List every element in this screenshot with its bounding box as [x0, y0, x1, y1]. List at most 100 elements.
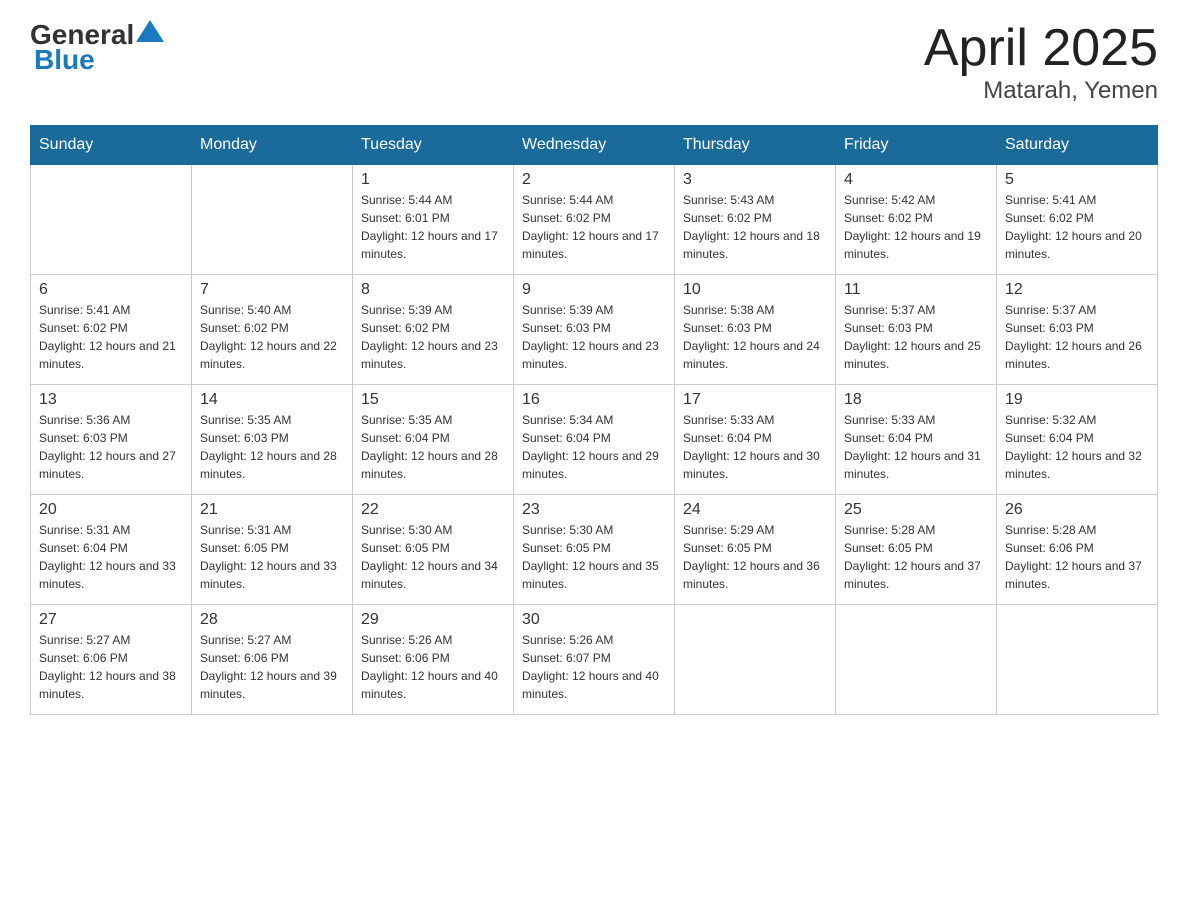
day-number: 19 [1005, 391, 1149, 409]
day-number: 7 [200, 281, 344, 299]
day-info: Sunrise: 5:35 AMSunset: 6:04 PMDaylight:… [361, 411, 505, 483]
calendar-cell [836, 605, 997, 715]
calendar-cell: 22Sunrise: 5:30 AMSunset: 6:05 PMDayligh… [353, 495, 514, 605]
day-number: 20 [39, 501, 183, 519]
day-info: Sunrise: 5:41 AMSunset: 6:02 PMDaylight:… [1005, 191, 1149, 263]
header-saturday: Saturday [997, 126, 1158, 165]
day-info: Sunrise: 5:33 AMSunset: 6:04 PMDaylight:… [844, 411, 988, 483]
day-info: Sunrise: 5:30 AMSunset: 6:05 PMDaylight:… [522, 521, 666, 593]
day-info: Sunrise: 5:36 AMSunset: 6:03 PMDaylight:… [39, 411, 183, 483]
calendar-cell: 4 Sunrise: 5:42 AMSunset: 6:02 PMDaylight… [836, 165, 997, 275]
calendar-cell: 13 Sunrise: 5:36 AMSunset: 6:03 PMDayligh… [31, 385, 192, 495]
day-number: 15 [361, 391, 505, 409]
day-number: 27 [39, 611, 183, 629]
calendar-cell: 12Sunrise: 5:37 AMSunset: 6:03 PMDayligh… [997, 275, 1158, 385]
day-info: Sunrise: 5:27 AMSunset: 6:06 PMDaylight:… [200, 631, 344, 703]
logo: General Blue [30, 20, 164, 76]
calendar-cell: 7 Sunrise: 5:40 AMSunset: 6:02 PMDaylight… [192, 275, 353, 385]
day-info: Sunrise: 5:37 AMSunset: 6:03 PMDaylight:… [844, 301, 988, 373]
calendar-cell: 11 Sunrise: 5:37 AMSunset: 6:03 PMDayligh… [836, 275, 997, 385]
day-info: Sunrise: 5:35 AMSunset: 6:03 PMDaylight:… [200, 411, 344, 483]
day-number: 11 [844, 281, 988, 299]
header-thursday: Thursday [675, 126, 836, 165]
calendar-week-row: 6 Sunrise: 5:41 AMSunset: 6:02 PMDaylight… [31, 275, 1158, 385]
day-number: 13 [39, 391, 183, 409]
day-info: Sunrise: 5:37 AMSunset: 6:03 PMDaylight:… [1005, 301, 1149, 373]
day-info: Sunrise: 5:34 AMSunset: 6:04 PMDaylight:… [522, 411, 666, 483]
day-number: 9 [522, 281, 666, 299]
day-info: Sunrise: 5:38 AMSunset: 6:03 PMDaylight:… [683, 301, 827, 373]
day-number: 4 [844, 171, 988, 189]
day-info: Sunrise: 5:44 AMSunset: 6:02 PMDaylight:… [522, 191, 666, 263]
calendar-cell: 1Sunrise: 5:44 AMSunset: 6:01 PMDaylight… [353, 165, 514, 275]
day-info: Sunrise: 5:26 AMSunset: 6:07 PMDaylight:… [522, 631, 666, 703]
calendar-cell [192, 165, 353, 275]
calendar-cell: 21Sunrise: 5:31 AMSunset: 6:05 PMDayligh… [192, 495, 353, 605]
calendar-title: April 2025 [924, 20, 1158, 77]
calendar-cell [31, 165, 192, 275]
calendar-cell: 24Sunrise: 5:29 AMSunset: 6:05 PMDayligh… [675, 495, 836, 605]
calendar-week-row: 1Sunrise: 5:44 AMSunset: 6:01 PMDaylight… [31, 165, 1158, 275]
calendar-cell: 20 Sunrise: 5:31 AMSunset: 6:04 PMDayligh… [31, 495, 192, 605]
calendar-header-row: SundayMondayTuesdayWednesdayThursdayFrid… [31, 126, 1158, 165]
day-number: 16 [522, 391, 666, 409]
header-sunday: Sunday [31, 126, 192, 165]
day-number: 5 [1005, 171, 1149, 189]
header-monday: Monday [192, 126, 353, 165]
calendar-cell: 28Sunrise: 5:27 AMSunset: 6:06 PMDayligh… [192, 605, 353, 715]
day-number: 14 [200, 391, 344, 409]
logo-triangle-icon [136, 20, 164, 42]
calendar-cell: 8Sunrise: 5:39 AMSunset: 6:02 PMDaylight… [353, 275, 514, 385]
calendar-cell: 9 Sunrise: 5:39 AMSunset: 6:03 PMDaylight… [514, 275, 675, 385]
day-info: Sunrise: 5:42 AMSunset: 6:02 PMDaylight:… [844, 191, 988, 263]
calendar-cell: 2Sunrise: 5:44 AMSunset: 6:02 PMDaylight… [514, 165, 675, 275]
calendar-cell: 23 Sunrise: 5:30 AMSunset: 6:05 PMDayligh… [514, 495, 675, 605]
calendar-week-row: 13 Sunrise: 5:36 AMSunset: 6:03 PMDayligh… [31, 385, 1158, 495]
day-info: Sunrise: 5:28 AMSunset: 6:06 PMDaylight:… [1005, 521, 1149, 593]
calendar-cell: 15 Sunrise: 5:35 AMSunset: 6:04 PMDayligh… [353, 385, 514, 495]
day-number: 30 [522, 611, 666, 629]
calendar-cell: 25Sunrise: 5:28 AMSunset: 6:05 PMDayligh… [836, 495, 997, 605]
day-number: 29 [361, 611, 505, 629]
day-number: 18 [844, 391, 988, 409]
calendar-subtitle: Matarah, Yemen [924, 77, 1158, 105]
calendar-week-row: 27 Sunrise: 5:27 AMSunset: 6:06 PMDayligh… [31, 605, 1158, 715]
day-info: Sunrise: 5:40 AMSunset: 6:02 PMDaylight:… [200, 301, 344, 373]
calendar-cell [997, 605, 1158, 715]
calendar-table: SundayMondayTuesdayWednesdayThursdayFrid… [30, 125, 1158, 715]
day-number: 3 [683, 171, 827, 189]
calendar-cell: 17 Sunrise: 5:33 AMSunset: 6:04 PMDayligh… [675, 385, 836, 495]
day-info: Sunrise: 5:41 AMSunset: 6:02 PMDaylight:… [39, 301, 183, 373]
calendar-cell: 26Sunrise: 5:28 AMSunset: 6:06 PMDayligh… [997, 495, 1158, 605]
header-wednesday: Wednesday [514, 126, 675, 165]
calendar-cell: 30 Sunrise: 5:26 AMSunset: 6:07 PMDayligh… [514, 605, 675, 715]
calendar-week-row: 20 Sunrise: 5:31 AMSunset: 6:04 PMDayligh… [31, 495, 1158, 605]
calendar-cell: 16 Sunrise: 5:34 AMSunset: 6:04 PMDayligh… [514, 385, 675, 495]
day-info: Sunrise: 5:39 AMSunset: 6:02 PMDaylight:… [361, 301, 505, 373]
calendar-title-block: April 2025 Matarah, Yemen [924, 20, 1158, 105]
page-header: General Blue April 2025 Matarah, Yemen [30, 20, 1158, 105]
day-info: Sunrise: 5:31 AMSunset: 6:04 PMDaylight:… [39, 521, 183, 593]
calendar-cell: 18 Sunrise: 5:33 AMSunset: 6:04 PMDayligh… [836, 385, 997, 495]
day-info: Sunrise: 5:39 AMSunset: 6:03 PMDaylight:… [522, 301, 666, 373]
day-number: 23 [522, 501, 666, 519]
calendar-cell: 29 Sunrise: 5:26 AMSunset: 6:06 PMDayligh… [353, 605, 514, 715]
day-info: Sunrise: 5:32 AMSunset: 6:04 PMDaylight:… [1005, 411, 1149, 483]
day-number: 25 [844, 501, 988, 519]
day-number: 1 [361, 171, 505, 189]
day-info: Sunrise: 5:31 AMSunset: 6:05 PMDaylight:… [200, 521, 344, 593]
day-number: 17 [683, 391, 827, 409]
calendar-cell [675, 605, 836, 715]
calendar-cell: 27 Sunrise: 5:27 AMSunset: 6:06 PMDayligh… [31, 605, 192, 715]
day-info: Sunrise: 5:33 AMSunset: 6:04 PMDaylight:… [683, 411, 827, 483]
header-tuesday: Tuesday [353, 126, 514, 165]
day-info: Sunrise: 5:43 AMSunset: 6:02 PMDaylight:… [683, 191, 827, 263]
calendar-cell: 14 Sunrise: 5:35 AMSunset: 6:03 PMDayligh… [192, 385, 353, 495]
day-info: Sunrise: 5:26 AMSunset: 6:06 PMDaylight:… [361, 631, 505, 703]
day-number: 6 [39, 281, 183, 299]
header-friday: Friday [836, 126, 997, 165]
day-info: Sunrise: 5:30 AMSunset: 6:05 PMDaylight:… [361, 521, 505, 593]
day-info: Sunrise: 5:27 AMSunset: 6:06 PMDaylight:… [39, 631, 183, 703]
calendar-cell: 19 Sunrise: 5:32 AMSunset: 6:04 PMDayligh… [997, 385, 1158, 495]
calendar-cell: 3 Sunrise: 5:43 AMSunset: 6:02 PMDaylight… [675, 165, 836, 275]
